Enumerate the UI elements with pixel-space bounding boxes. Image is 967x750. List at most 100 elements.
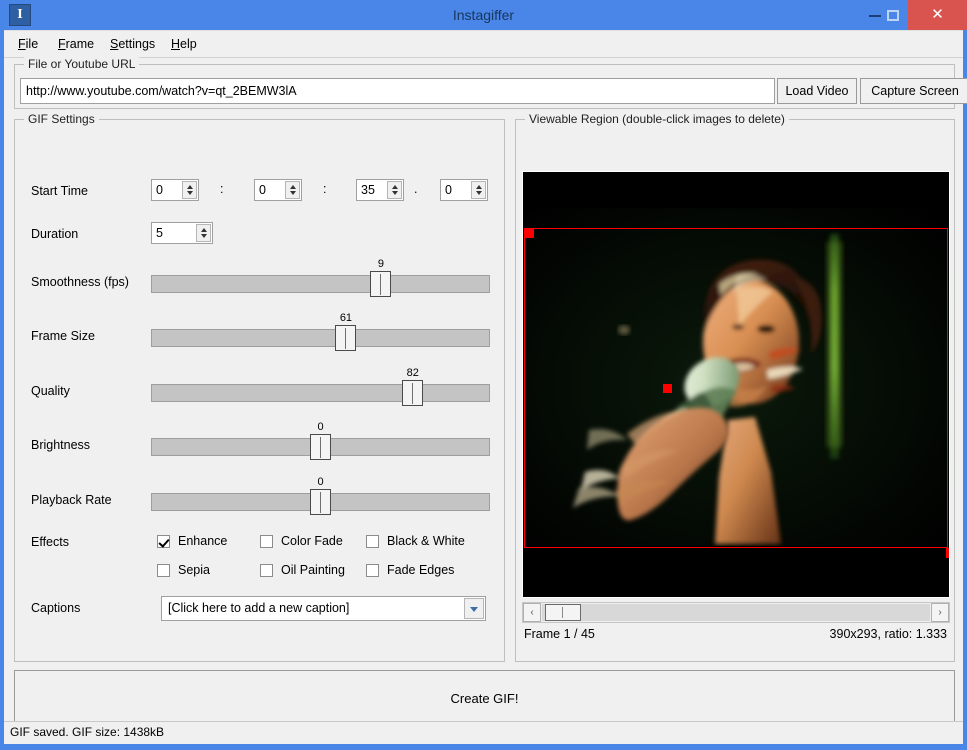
spinner-arrows-icon[interactable] — [471, 181, 486, 199]
start-time-minutes-spinner[interactable]: 0 — [254, 179, 302, 201]
checkbox-label: Enhance — [178, 534, 228, 548]
status-text: GIF saved. GIF size: 1438kB — [10, 725, 165, 739]
spinner-arrows-icon[interactable] — [182, 181, 197, 199]
checkbox-label: Fade Edges — [387, 563, 455, 577]
effects-label: Effects — [31, 535, 69, 549]
quality-slider[interactable]: 82 — [151, 367, 490, 406]
menu-settings[interactable]: Settings — [104, 35, 161, 53]
menu-file[interactable]: File — [12, 35, 44, 53]
start-time-hours-spinner[interactable]: 0 — [151, 179, 199, 201]
slider-thumb[interactable] — [310, 489, 331, 515]
quality-label: Quality — [31, 384, 70, 398]
playback-rate-label: Playback Rate — [31, 493, 112, 507]
checkbox-box[interactable] — [157, 535, 170, 548]
dimensions-label: 390x293, ratio: 1.333 — [829, 627, 947, 641]
menu-label: ettings — [118, 37, 156, 51]
status-bar: GIF saved. GIF size: 1438kB — [4, 721, 963, 744]
url-group-title: File or Youtube URL — [24, 57, 140, 71]
menu-help[interactable]: Help — [165, 35, 203, 53]
menu-label: elp — [180, 37, 197, 51]
slider-thumb[interactable] — [310, 434, 331, 460]
checkbox-box[interactable] — [366, 564, 379, 577]
checkbox-box[interactable] — [157, 564, 170, 577]
capture-screen-button[interactable]: Capture Screen — [860, 78, 967, 104]
load-video-button[interactable]: Load Video — [777, 78, 857, 104]
slider-thumb[interactable] — [402, 380, 424, 406]
menu-bar: File Frame Settings Help — [4, 31, 963, 58]
duration-spinner[interactable]: 5 — [151, 222, 213, 244]
start-time-minutes-value: 0 — [259, 183, 266, 197]
time-separator-2: : — [323, 182, 327, 196]
create-gif-button[interactable]: Create GIF! — [14, 670, 955, 728]
checkbox-box[interactable] — [366, 535, 379, 548]
frame-scrollbar[interactable]: ‹ › — [522, 602, 950, 623]
duration-value: 5 — [156, 226, 163, 240]
checkbox-label: Oil Painting — [281, 563, 345, 577]
menu-frame[interactable]: Frame — [52, 35, 100, 53]
gif-settings-title: GIF Settings — [24, 112, 99, 126]
video-preview[interactable] — [522, 171, 950, 598]
frame-size-slider[interactable]: 61 — [151, 312, 490, 351]
captions-selected-value: [Click here to add a new caption] — [168, 601, 350, 615]
slider-thumb[interactable] — [335, 325, 357, 351]
slider-track[interactable] — [151, 384, 490, 402]
chevron-down-icon[interactable] — [464, 598, 484, 619]
checkbox-box[interactable] — [260, 535, 273, 548]
crop-selection-rectangle[interactable] — [524, 228, 948, 548]
spinner-arrows-icon[interactable] — [285, 181, 300, 199]
spinner-arrows-icon[interactable] — [387, 181, 402, 199]
frame-size-value: 61 — [339, 312, 353, 324]
slider-track[interactable] — [151, 329, 490, 347]
smoothness-value: 9 — [377, 258, 384, 270]
duration-label: Duration — [31, 227, 79, 241]
menu-accel: F — [18, 37, 26, 51]
checkbox-label: Black & White — [387, 534, 465, 548]
menu-accel: F — [58, 37, 66, 51]
smoothness-label: Smoothness (fps) — [31, 275, 129, 289]
menu-label: rame — [65, 37, 95, 51]
smoothness-slider[interactable]: 9 — [151, 258, 490, 297]
slider-track[interactable] — [151, 275, 490, 293]
crop-handle-center[interactable] — [663, 384, 672, 393]
start-time-seconds-spinner[interactable]: 35 — [356, 179, 404, 201]
start-time-fraction-value: 0 — [445, 183, 452, 197]
menu-accel: H — [171, 37, 181, 51]
viewable-region-title: Viewable Region (double-click images to … — [525, 112, 789, 126]
brightness-slider[interactable]: 0 — [151, 421, 490, 460]
crop-handle-bottom-right[interactable] — [946, 548, 949, 558]
app-window: I Instagiffer ✕ File Frame Settings Help… — [0, 0, 967, 750]
title-bar: I Instagiffer ✕ — [0, 0, 967, 30]
menu-label: ile — [25, 37, 39, 51]
scroll-left-icon[interactable]: ‹ — [523, 603, 541, 622]
url-group: File or Youtube URL http://www.youtube.c… — [14, 57, 967, 109]
frame-size-label: Frame Size — [31, 329, 95, 343]
spinner-arrows-icon[interactable] — [196, 224, 211, 242]
brightness-value: 0 — [317, 421, 324, 433]
scroll-right-icon[interactable]: › — [931, 603, 949, 622]
maximize-icon — [887, 10, 899, 21]
gif-settings-group: GIF Settings Start Time 0 : 0 : 35 . 0 D… — [14, 112, 505, 662]
window-title: Instagiffer — [452, 7, 515, 23]
client-area: File Frame Settings Help File or Youtube… — [4, 30, 967, 744]
start-time-label: Start Time — [31, 184, 88, 198]
quality-value: 82 — [406, 367, 419, 379]
checkbox-box[interactable] — [260, 564, 273, 577]
start-time-seconds-value: 35 — [361, 183, 375, 197]
slider-thumb[interactable] — [370, 271, 392, 297]
viewable-region-group: Viewable Region (double-click images to … — [515, 112, 955, 662]
crop-handle-top-left[interactable] — [524, 228, 534, 238]
scrollbar-thumb[interactable] — [545, 604, 581, 621]
time-separator-3: . — [414, 182, 418, 196]
playback-rate-slider[interactable]: 0 — [151, 476, 490, 515]
captions-label: Captions — [31, 601, 81, 615]
checkbox-label: Sepia — [178, 563, 210, 577]
close-button[interactable]: ✕ — [908, 0, 967, 30]
start-time-hours-value: 0 — [156, 183, 163, 197]
scrollbar-trough[interactable] — [542, 604, 930, 621]
captions-dropdown[interactable]: [Click here to add a new caption] — [161, 596, 486, 621]
checkbox-label: Color Fade — [281, 534, 343, 548]
brightness-label: Brightness — [31, 438, 91, 452]
time-separator-1: : — [220, 182, 224, 196]
start-time-fraction-spinner[interactable]: 0 — [440, 179, 488, 201]
url-input[interactable]: http://www.youtube.com/watch?v=qt_2BEMW3… — [20, 78, 775, 104]
